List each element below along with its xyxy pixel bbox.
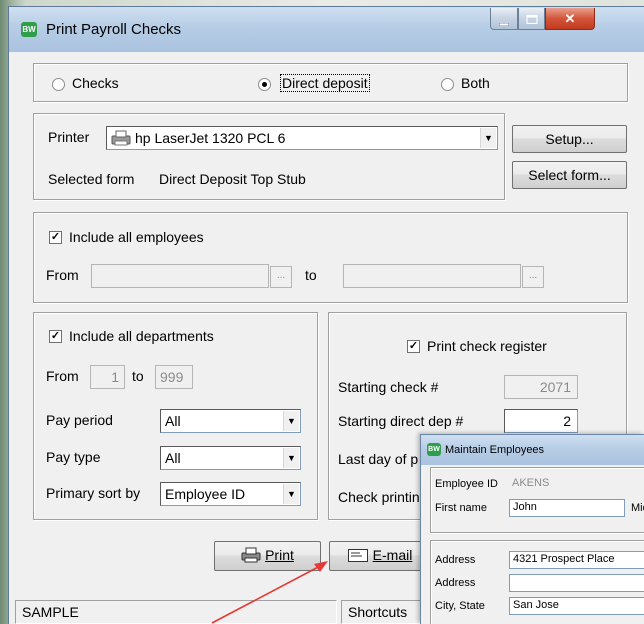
employee-to-input[interactable] bbox=[343, 264, 521, 288]
department-to-label: to bbox=[132, 368, 144, 384]
app-icon: BW bbox=[427, 443, 441, 456]
chevron-down-icon[interactable]: ▼ bbox=[480, 128, 496, 148]
pay-type-label: Pay type bbox=[46, 449, 101, 465]
primary-sort-select[interactable]: Employee ID ▼ bbox=[160, 482, 301, 506]
primary-sort-label: Primary sort by bbox=[46, 485, 141, 501]
pay-period-select[interactable]: All ▼ bbox=[160, 409, 301, 433]
employee-from-label: From bbox=[46, 267, 79, 283]
include-all-employees-checkbox[interactable]: ✓ bbox=[49, 231, 62, 244]
radio-checks[interactable] bbox=[52, 78, 65, 91]
employee-to-label: to bbox=[305, 267, 317, 283]
starting-check-input[interactable]: 2071 bbox=[504, 375, 578, 399]
employee-id-value: AKENS bbox=[512, 477, 550, 489]
print-check-register-checkbox[interactable]: ✓ bbox=[407, 340, 420, 353]
employee-id-group: Employee ID AKENS First name John Midd bbox=[430, 467, 644, 533]
first-name-label: First name bbox=[435, 502, 487, 514]
app-icon: BW bbox=[21, 22, 37, 37]
envelope-icon bbox=[347, 544, 368, 570]
starting-direct-dep-label: Starting direct dep # bbox=[338, 413, 464, 429]
departments-group: ✓ Include all departments From 1 to 999 … bbox=[33, 312, 318, 520]
middle-label: Midd bbox=[631, 502, 644, 514]
setup-button[interactable]: Setup... bbox=[512, 125, 627, 153]
radio-both[interactable] bbox=[441, 78, 454, 91]
address-group: Address 4321 Prospect Place Address City… bbox=[430, 540, 644, 624]
address2-input[interactable] bbox=[509, 574, 644, 592]
title-bar[interactable]: BW Print Payroll Checks ✕ bbox=[9, 7, 644, 52]
employee-from-input[interactable] bbox=[91, 264, 269, 288]
selected-form-label: Selected form bbox=[48, 171, 135, 187]
starting-check-label: Starting check # bbox=[338, 379, 439, 395]
include-all-employees-label: Include all employees bbox=[69, 229, 204, 245]
include-all-departments-checkbox[interactable]: ✓ bbox=[49, 330, 62, 343]
selected-form-value: Direct Deposit Top Stub bbox=[159, 171, 306, 187]
employees-group: ✓ Include all employees From ... to ... bbox=[33, 212, 628, 303]
maintain-employees-title-bar[interactable]: BW Maintain Employees bbox=[421, 435, 644, 465]
maximize-icon bbox=[525, 11, 538, 27]
radio-checks-label: Checks bbox=[72, 75, 119, 91]
maintain-employees-window: BW Maintain Employees Employee ID AKENS … bbox=[420, 434, 644, 624]
email-button[interactable]: E-mail bbox=[329, 541, 431, 571]
printer-icon bbox=[110, 129, 132, 150]
last-day-label: Last day of p bbox=[338, 451, 419, 467]
radio-direct-deposit-label: Direct deposit bbox=[280, 74, 370, 92]
close-button[interactable]: ✕ bbox=[545, 8, 595, 30]
city-state-label: City, State bbox=[435, 600, 485, 612]
address-input[interactable]: 4321 Prospect Place bbox=[509, 551, 644, 569]
annotation-arrow-icon bbox=[211, 561, 328, 624]
maintain-employees-title: Maintain Employees bbox=[445, 444, 545, 456]
employee-id-label: Employee ID bbox=[435, 478, 498, 490]
radio-direct-deposit[interactable] bbox=[258, 78, 271, 91]
chevron-down-icon[interactable]: ▼ bbox=[283, 448, 299, 468]
printer-label: Printer bbox=[48, 129, 90, 145]
minimize-button[interactable] bbox=[490, 8, 518, 30]
chevron-down-icon[interactable]: ▼ bbox=[283, 484, 299, 504]
radio-both-label: Both bbox=[461, 75, 490, 91]
first-name-input[interactable]: John bbox=[509, 499, 625, 517]
select-form-button[interactable]: Select form... bbox=[512, 161, 627, 189]
check-printing-label: Check printin bbox=[338, 489, 420, 505]
minimize-icon bbox=[498, 13, 510, 29]
address-label: Address bbox=[435, 554, 476, 566]
starting-direct-dep-input[interactable]: 2 bbox=[504, 409, 578, 433]
address2-label: Address bbox=[435, 577, 476, 589]
pay-period-label: Pay period bbox=[46, 412, 113, 428]
department-from-input[interactable]: 1 bbox=[90, 365, 125, 389]
include-all-departments-label: Include all departments bbox=[69, 328, 214, 344]
pay-type-select[interactable]: All ▼ bbox=[160, 446, 301, 470]
chevron-down-icon[interactable]: ▼ bbox=[283, 411, 299, 431]
printer-group: Printer hp LaserJet 1320 PCL 6 ▼ Selecte… bbox=[33, 113, 505, 200]
output-type-group: Checks Direct deposit Both bbox=[33, 63, 628, 102]
email-label: E-mail bbox=[372, 547, 413, 563]
employee-from-lookup-button[interactable]: ... bbox=[270, 266, 292, 288]
printer-select[interactable]: hp LaserJet 1320 PCL 6 ▼ bbox=[106, 126, 498, 150]
printer-value: hp LaserJet 1320 PCL 6 bbox=[135, 130, 286, 146]
employee-to-lookup-button[interactable]: ... bbox=[522, 266, 544, 288]
close-icon: ✕ bbox=[564, 11, 576, 26]
print-check-register-label: Print check register bbox=[427, 338, 547, 354]
maximize-button[interactable] bbox=[518, 8, 545, 30]
city-state-input[interactable]: San Jose bbox=[509, 597, 644, 615]
department-to-input[interactable]: 999 bbox=[155, 365, 193, 389]
window-title: Print Payroll Checks bbox=[46, 21, 182, 38]
department-from-label: From bbox=[46, 368, 79, 384]
